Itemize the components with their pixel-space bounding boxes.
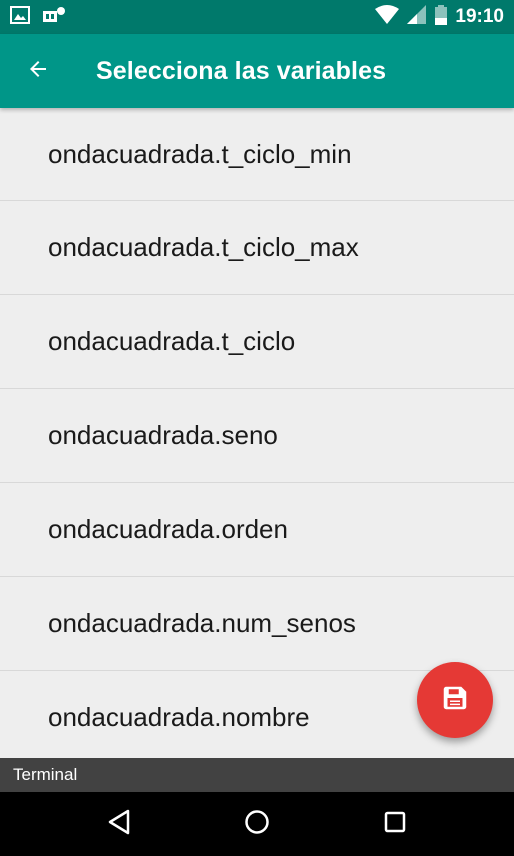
nav-home-button[interactable]: [227, 792, 287, 856]
status-bar: 19:10: [0, 0, 514, 34]
back-triangle-icon: [106, 808, 132, 840]
terminal-label: Terminal: [13, 765, 78, 784]
save-icon: [440, 683, 470, 717]
recents-square-icon: [382, 809, 408, 839]
signal-icon: [407, 5, 427, 29]
battery-icon: [435, 5, 448, 29]
nav-back-button[interactable]: [89, 792, 149, 856]
status-left: [10, 6, 66, 28]
variables-list: ondacuadrada.t_ciclo_min ondacuadrada.t_…: [0, 108, 514, 758]
arrow-back-icon: [26, 57, 50, 85]
list-item[interactable]: ondacuadrada.orden: [0, 483, 514, 577]
list-item[interactable]: ondacuadrada.seno: [0, 389, 514, 483]
status-right: 19:10: [375, 5, 504, 29]
notification-icon: [42, 6, 66, 28]
home-circle-icon: [243, 808, 271, 840]
list-item-label: ondacuadrada.num_senos: [48, 608, 356, 638]
nav-recents-button[interactable]: [365, 792, 425, 856]
list-item[interactable]: ondacuadrada.t_ciclo: [0, 295, 514, 389]
list-item-label: ondacuadrada.t_ciclo: [48, 326, 296, 356]
save-fab-button[interactable]: [417, 662, 493, 738]
list-item-label: ondacuadrada.t_ciclo_max: [48, 232, 359, 262]
list-item-label: ondacuadrada.orden: [48, 514, 288, 544]
back-button[interactable]: [0, 34, 76, 108]
status-time: 19:10: [455, 6, 504, 27]
list-item[interactable]: ondacuadrada.t_ciclo_max: [0, 201, 514, 295]
image-icon: [10, 6, 30, 28]
page-title: Selecciona las variables: [96, 56, 387, 85]
list-item-label: ondacuadrada.seno: [48, 420, 278, 450]
app-bar: Selecciona las variables: [0, 34, 514, 108]
list-item[interactable]: ondacuadrada.num_senos: [0, 577, 514, 671]
wifi-icon: [375, 5, 400, 29]
list-item[interactable]: ondacuadrada.t_ciclo_min: [0, 108, 514, 201]
list-item-label: ondacuadrada.t_ciclo_min: [48, 138, 352, 169]
navigation-bar: [0, 792, 514, 856]
list-item-label: ondacuadrada.nombre: [48, 702, 310, 732]
terminal-bar[interactable]: Terminal: [0, 758, 514, 792]
